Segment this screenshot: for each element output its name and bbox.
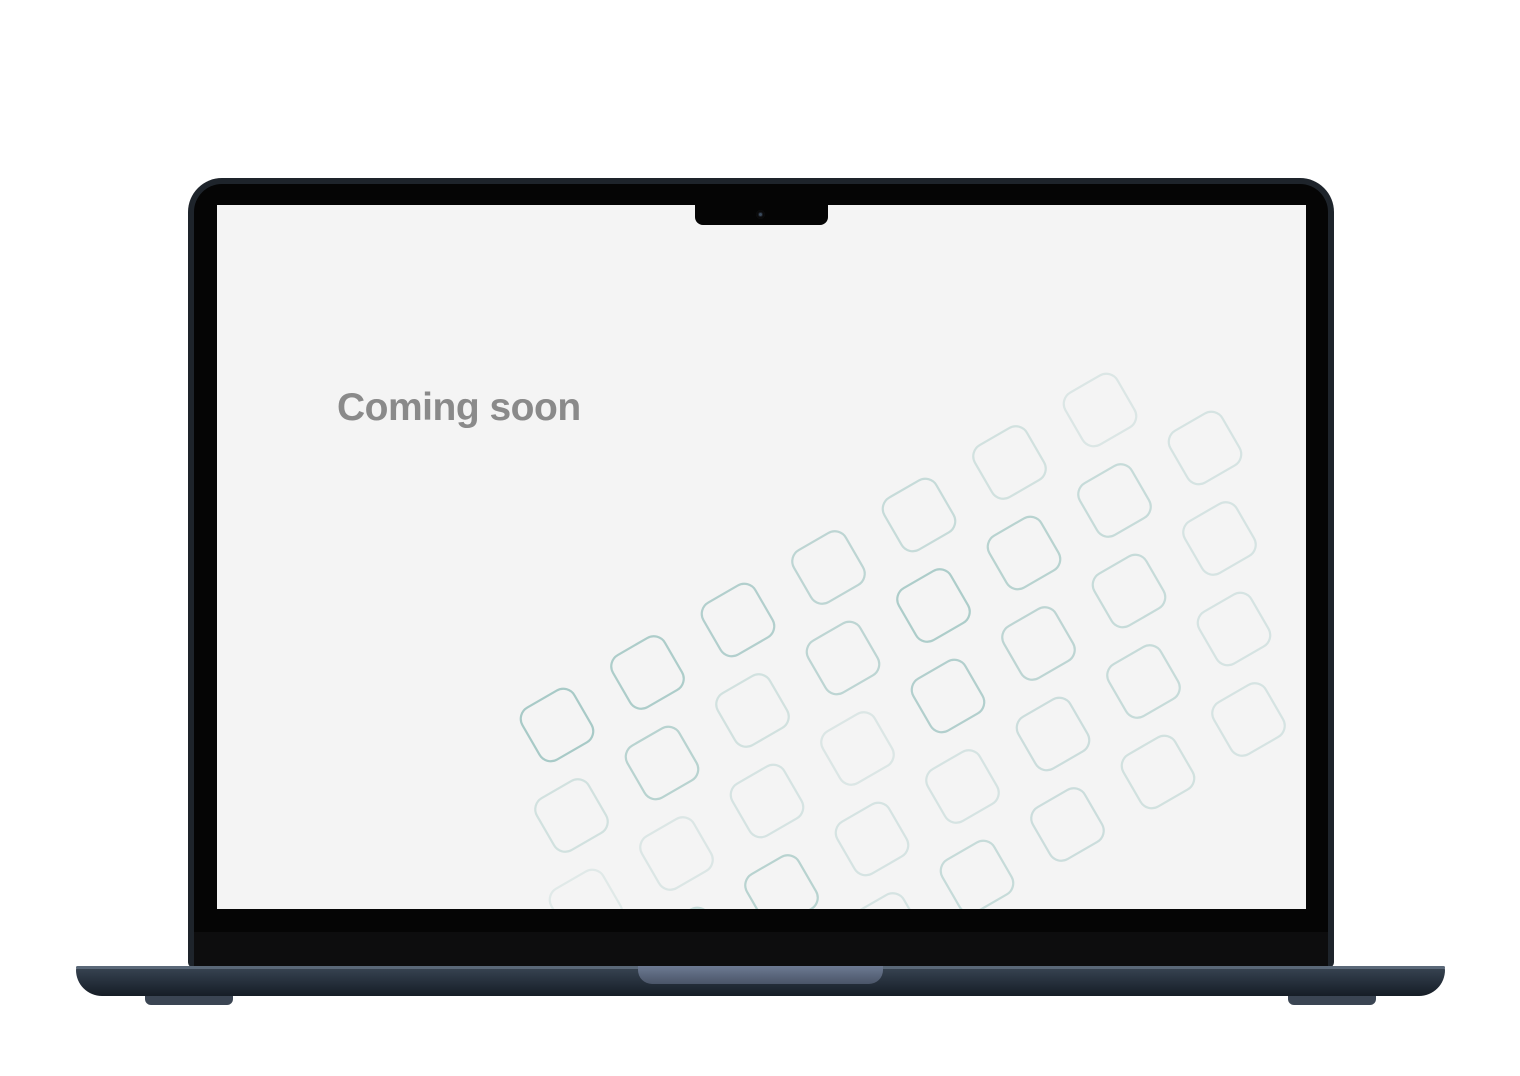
rounded-square-outline-icon <box>805 620 881 696</box>
rounded-square-outline-icon <box>1015 696 1091 772</box>
rounded-square-outline-icon <box>1062 372 1138 448</box>
rounded-square-outline-icon <box>744 854 819 909</box>
laptop-screen: Coming soon <box>217 205 1306 909</box>
rounded-square-outline-icon <box>925 749 1000 824</box>
rounded-square-outline-icon <box>653 906 729 909</box>
rounded-square-outline-icon <box>1001 606 1076 681</box>
rounded-square-outline-icon <box>624 725 700 801</box>
rounded-square-outline-icon <box>881 477 957 553</box>
rounded-square-outline-icon <box>639 816 714 891</box>
rounded-square-outline-icon <box>700 582 776 658</box>
rounded-square-outline-icon <box>1120 734 1196 810</box>
rounded-square-outline-icon <box>1167 410 1243 486</box>
rounded-square-outline-icon <box>791 530 866 605</box>
decorative-pattern <box>519 372 1286 909</box>
rounded-square-outline-icon <box>1030 787 1105 862</box>
right-foot <box>1288 996 1376 1005</box>
rounded-square-outline-icon <box>610 635 685 710</box>
rounded-square-outline-icon <box>986 515 1062 591</box>
camera-notch <box>695 205 828 225</box>
rounded-square-outline-icon <box>834 801 910 877</box>
rounded-square-outline-icon <box>849 892 924 909</box>
coming-soon-heading: Coming soon <box>337 386 581 429</box>
rounded-square-outline-icon <box>1196 591 1272 667</box>
rounded-square-outline-icon <box>1091 553 1167 629</box>
left-foot <box>145 996 233 1005</box>
rounded-square-outline-icon <box>534 778 609 853</box>
laptop-mockup: Coming soon <box>0 0 1520 1076</box>
rounded-square-outline-icon <box>972 425 1047 500</box>
rounded-square-outline-icon <box>910 658 986 734</box>
rounded-square-outline-icon <box>1182 501 1257 576</box>
lid-opening-notch <box>638 966 883 984</box>
bezel-chin <box>194 932 1328 968</box>
rounded-square-outline-icon <box>1077 463 1152 538</box>
rounded-square-outline-icon <box>519 687 595 763</box>
rounded-square-outline-icon <box>1211 682 1286 757</box>
rounded-square-outline-icon <box>820 711 895 786</box>
rounded-square-outline-icon <box>729 763 805 839</box>
rounded-square-outline-icon <box>548 868 624 909</box>
rounded-square-outline-icon <box>939 839 1015 909</box>
rounded-square-outline-icon <box>715 673 790 748</box>
rounded-square-outline-icon <box>896 568 971 643</box>
webcam-icon <box>756 210 765 219</box>
rounded-square-outline-icon <box>1106 644 1181 719</box>
